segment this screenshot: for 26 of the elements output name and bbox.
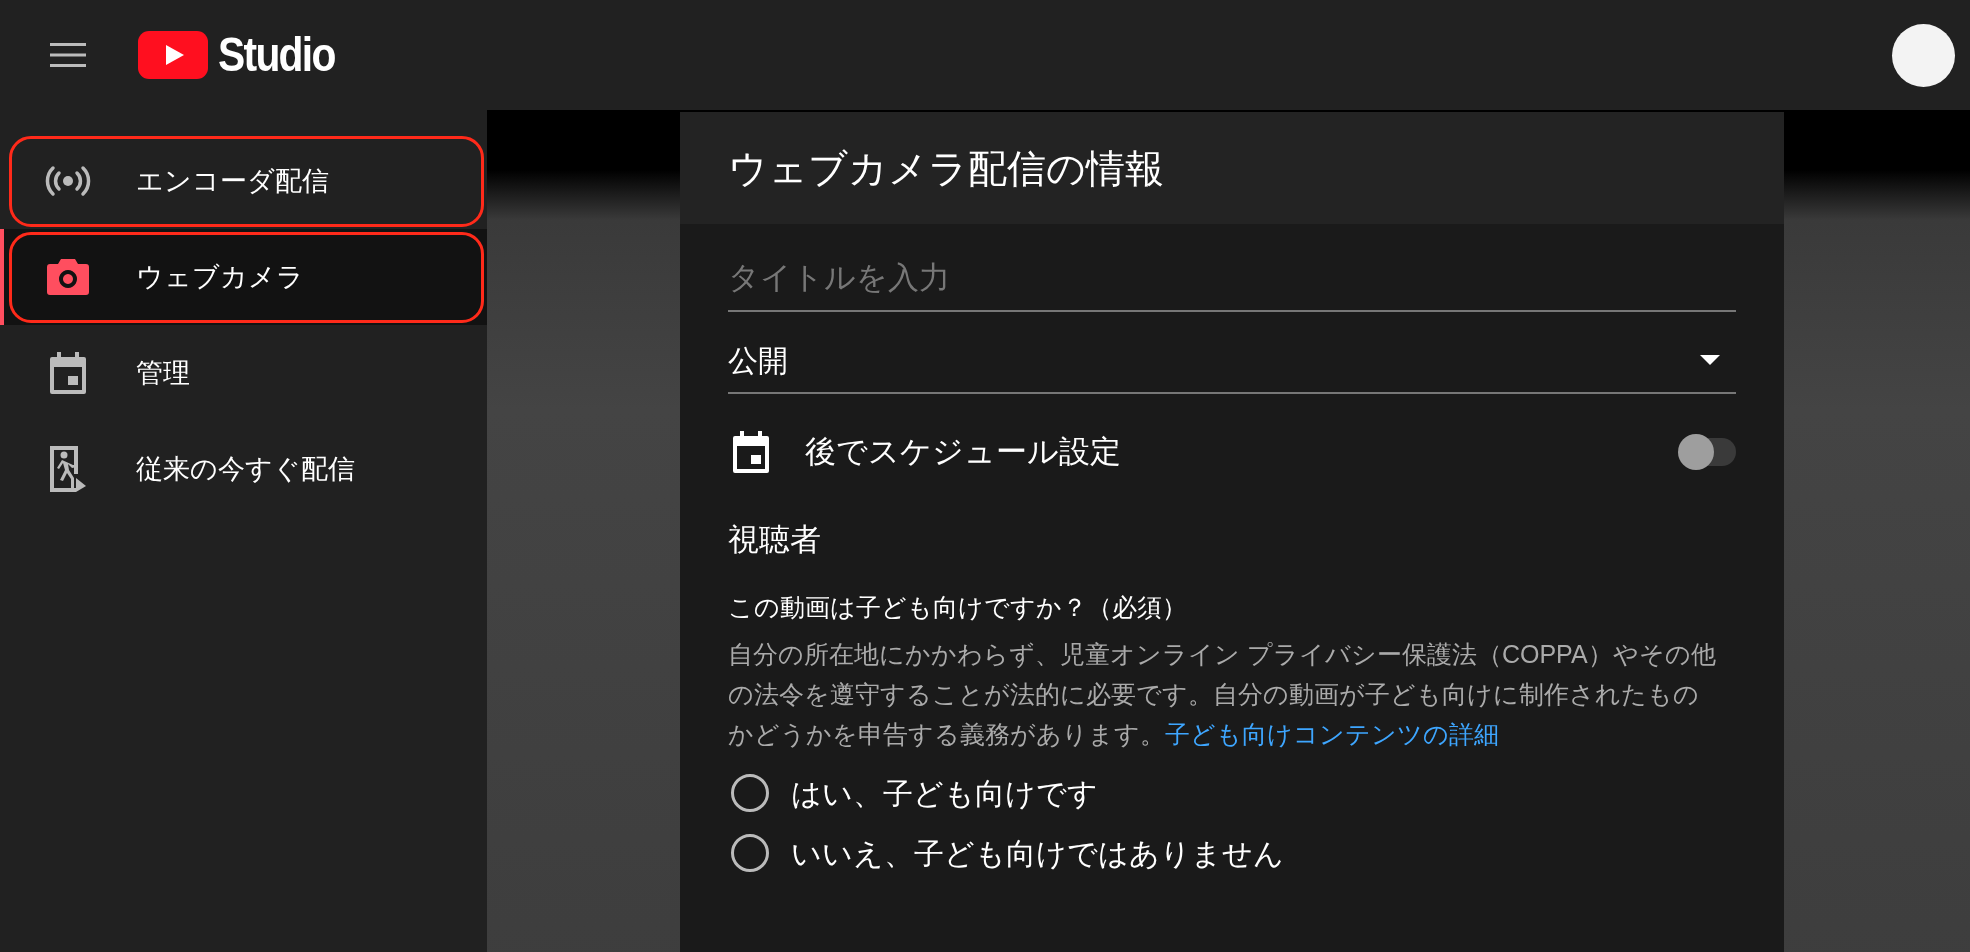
menu-icon[interactable]	[50, 42, 86, 68]
camera-icon	[47, 259, 89, 295]
schedule-label: 後でスケジュール設定	[805, 432, 1121, 471]
details-link[interactable]: 子ども向けコンテンツの詳細	[1165, 720, 1499, 748]
calendar-icon	[50, 352, 86, 394]
sidebar-item-label: ウェブカメラ	[136, 260, 304, 294]
radio-button[interactable]	[731, 774, 769, 812]
caret-icon	[1700, 355, 1720, 365]
question-text: この動画は子ども向けですか？（必須）	[728, 595, 1188, 620]
logo-icon	[138, 31, 208, 79]
radio-button[interactable]	[731, 834, 769, 872]
broadcast-icon	[45, 165, 91, 197]
exit-icon	[50, 446, 86, 492]
dialog-title: ウェブカメラ配信の情報	[728, 148, 1164, 188]
visibility-dropdown[interactable]: 公開	[728, 328, 1736, 394]
radio-label: はい、子ども向けです	[791, 775, 1098, 812]
logo-text: Studio	[218, 31, 335, 79]
calendar-icon	[733, 431, 769, 473]
description-text: 自分の所在地にかかわらず、児童オンライン プライバシー保護法（COPPA）やその他の法令を遵守することが法的に必要です。自分の動画が子ども向けに制作されたものかどうかを申告する義務があります。子ども向けコンテンツの詳細	[728, 639, 1717, 750]
sidebar-item-label: エンコーダ配信	[136, 164, 329, 198]
sidebar-item-label: 管理	[136, 356, 190, 390]
radio-label: いいえ、子ども向けではありません	[791, 835, 1284, 872]
sidebar-item[interactable]: ウェブカメラ	[0, 229, 487, 325]
sidebar-item-label: 従来の今すぐ配信	[136, 452, 355, 486]
title-input-field[interactable]: タイトルを入力	[728, 246, 1736, 312]
audience-heading: 視聴者	[728, 524, 822, 555]
